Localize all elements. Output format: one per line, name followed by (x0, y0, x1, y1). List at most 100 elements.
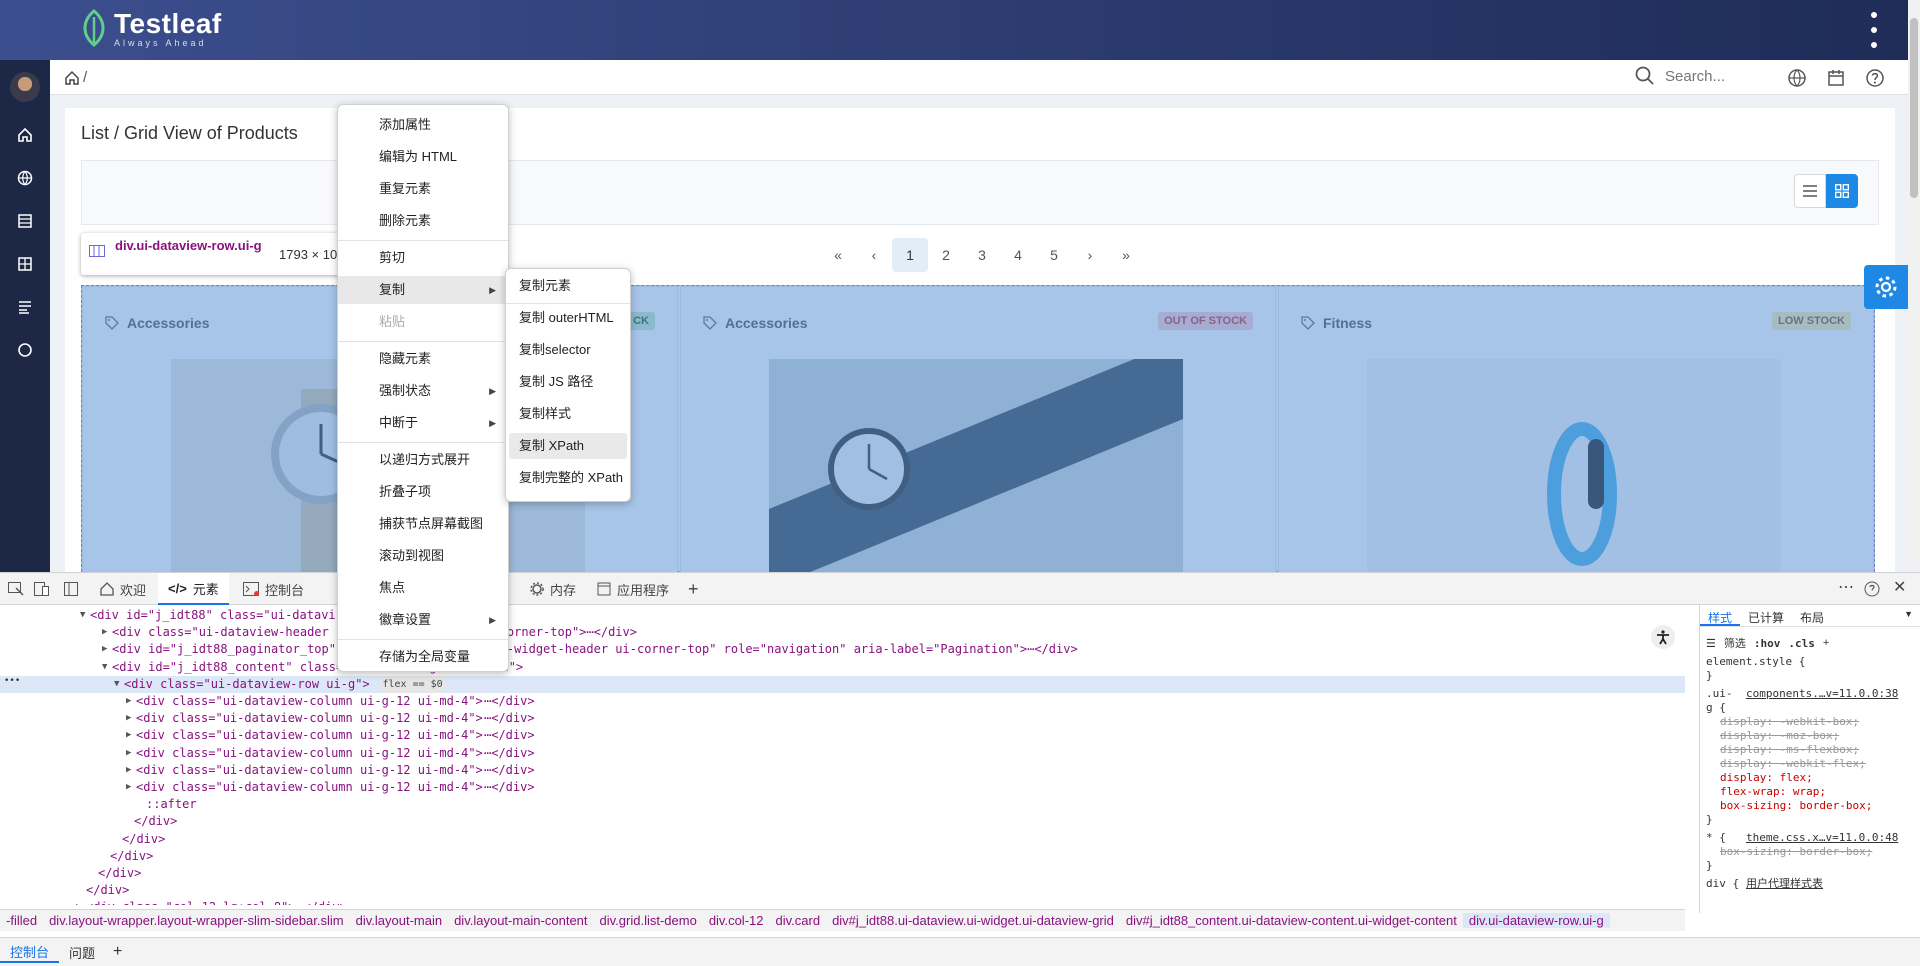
filter-icon[interactable]: ☰ (1706, 637, 1716, 650)
copy-submenu-item[interactable]: 复制 JS 路径 (509, 369, 627, 395)
dom-node-line[interactable]: ▶ <div class="ui-dataview-column ui-g-12 … (0, 710, 1685, 727)
dom-node-line[interactable]: ▶ <div class="ui-dataview-header u clearfi… (0, 624, 1685, 641)
copy-submenu-item[interactable]: 复制selector (509, 337, 627, 363)
context-menu-item[interactable]: 添加属性 (338, 111, 508, 139)
context-menu-item[interactable]: 重复元素 (338, 175, 508, 203)
product-item[interactable]: Accessories OUT OF STOCK (680, 286, 1276, 573)
next-page-button[interactable]: › (1072, 238, 1108, 272)
copy-submenu-item[interactable]: 复制 XPath (509, 433, 627, 459)
dom-node-line[interactable]: ▶ <div class="ui-dataview-column ui-g-12 … (0, 727, 1685, 744)
tab-layout[interactable]: 布局 (1792, 605, 1832, 626)
add-drawer-tab-icon[interactable]: + (105, 943, 130, 961)
product-item[interactable]: Fitness LOW STOCK (1278, 286, 1874, 573)
style-rule-line[interactable]: theme.css.x…v=11.0.0:48 (1746, 831, 1898, 845)
add-rule-icon[interactable]: + (1823, 637, 1829, 649)
dom-breadcrumb-item[interactable]: div.layout-main-content (448, 913, 593, 928)
dom-node-line[interactable]: </div> (0, 882, 1685, 899)
page-5-button[interactable]: 5 (1036, 238, 1072, 272)
tab-welcome[interactable]: 欢迎 (90, 573, 156, 605)
context-menu-item[interactable]: 捕获节点屏幕截图 (338, 510, 508, 538)
context-menu-item[interactable]: 焦点 (338, 574, 508, 602)
dom-node-line[interactable]: ▼<div id="j_idt88" class="ui-datavirid"> (0, 607, 1685, 624)
dom-breadcrumb-item[interactable]: -filled (0, 913, 43, 928)
globe-icon[interactable] (1787, 68, 1807, 88)
context-menu-item[interactable]: 强制状态 ▶ (338, 377, 508, 405)
logo[interactable]: Testleaf Always Ahead (80, 8, 222, 48)
dom-breadcrumb-item[interactable]: div.card (770, 913, 827, 928)
list-icon[interactable] (13, 209, 37, 233)
dom-node-line[interactable]: </div> (0, 848, 1685, 865)
add-tab-button[interactable]: + (678, 573, 709, 605)
page-scrollbar[interactable] (1908, 0, 1920, 572)
dom-node-line[interactable]: </div> (0, 813, 1685, 830)
dom-node-line[interactable]: ▶ <div id="j_idt88_paginator_top" inator-t… (0, 641, 1685, 658)
dom-node-line[interactable]: ::after (0, 796, 1685, 813)
page-2-button[interactable]: 2 (928, 238, 964, 272)
dom-breadcrumb-item[interactable]: div.layout-main (350, 913, 448, 928)
device-toggle-icon[interactable] (34, 582, 50, 596)
filter-input[interactable]: 筛选 (1724, 635, 1746, 651)
circle-icon[interactable] (13, 338, 37, 362)
settings-button[interactable] (1864, 265, 1908, 309)
tab-memory[interactable]: 内存 (520, 573, 586, 605)
chevron-down-icon[interactable]: ▼ (1896, 605, 1920, 626)
page-3-button[interactable]: 3 (964, 238, 1000, 272)
style-rule-line[interactable]: 用户代理样式表 (1746, 877, 1823, 891)
help-icon[interactable] (1865, 68, 1885, 88)
tab-application[interactable]: 应用程序 (587, 573, 679, 605)
context-menu-item[interactable]: 存储为全局变量 (338, 643, 508, 671)
sidebar-toggle-icon[interactable] (64, 582, 78, 596)
home-icon[interactable] (13, 123, 37, 147)
avatar[interactable] (10, 72, 40, 102)
context-menu-item[interactable]: 复制 ▶ (338, 276, 508, 304)
dom-breadcrumb-item[interactable]: div.ui-dataview-row.ui-g (1462, 913, 1610, 928)
text-icon[interactable] (13, 295, 37, 319)
globe-icon[interactable] (13, 166, 37, 190)
close-icon[interactable]: ✕ (1893, 577, 1906, 597)
page-4-button[interactable]: 4 (1000, 238, 1036, 272)
copy-submenu-item[interactable]: 复制完整的 XPath (509, 465, 627, 491)
style-rule-line[interactable]: components.…v=11.0.0:38 (1746, 687, 1898, 701)
calendar-icon[interactable] (1826, 68, 1846, 88)
hov-button[interactable]: :hov (1754, 637, 1781, 650)
home-icon[interactable] (64, 70, 80, 86)
help-icon[interactable] (1864, 581, 1880, 597)
page-1-button[interactable]: 1 (892, 238, 928, 272)
dom-node-line[interactable]: ▶ <div class="ui-dataview-column ui-g-12 … (0, 693, 1685, 710)
grid-view-button[interactable] (1826, 174, 1858, 208)
tab-console[interactable]: 控制台 (233, 573, 314, 605)
dom-node-line[interactable]: ▼ <div class="ui-dataview-row ui-g"> flex … (0, 675, 1685, 693)
dom-node-line[interactable]: ▶ <div class="ui-dataview-column ui-g-12 … (0, 762, 1685, 779)
copy-submenu-item[interactable]: 复制 outerHTML (509, 305, 627, 331)
drawer-tab-issues[interactable]: 问题 (59, 943, 105, 962)
context-menu-item[interactable]: 编辑为 HTML (338, 143, 508, 171)
context-menu-item[interactable]: 中断于 ▶ (338, 409, 508, 437)
context-menu-item[interactable]: 徽章设置 ▶ (338, 606, 508, 634)
dom-node-line[interactable]: ▼<div id="j_idt88_content" class=dget-co… (0, 659, 1685, 676)
context-menu-item[interactable]: 折叠子项 (338, 478, 508, 506)
dom-node-line[interactable]: </div> (0, 831, 1685, 848)
dom-node-line[interactable]: ▶<div class="col-12 lg:col-8">⋯</div> (0, 899, 1685, 905)
drawer-tab-console[interactable]: 控制台 (0, 942, 60, 963)
more-icon[interactable]: ⋯ (1838, 577, 1854, 597)
inspect-icon[interactable] (8, 582, 24, 596)
grid-icon[interactable] (13, 252, 37, 276)
list-view-button[interactable] (1794, 174, 1826, 208)
dom-breadcrumb-item[interactable]: div.grid.list-demo (594, 913, 703, 928)
context-menu-item[interactable]: 删除元素 (338, 207, 508, 235)
kebab-menu-icon[interactable] (1868, 12, 1880, 48)
cls-button[interactable]: .cls (1788, 637, 1815, 650)
tab-elements[interactable]: </> 元素 (158, 573, 229, 605)
dom-breadcrumb-item[interactable]: div#j_idt88_content.ui-dataview-content.… (1120, 913, 1463, 928)
context-menu-item[interactable]: 滚动到视图 (338, 542, 508, 570)
dom-node-line[interactable]: ▶ <div class="ui-dataview-column ui-g-12 … (0, 779, 1685, 796)
dom-node-line[interactable]: ▶ <div class="ui-dataview-column ui-g-12 … (0, 745, 1685, 762)
context-menu-item[interactable]: 剪切 (338, 244, 508, 272)
dom-breadcrumb-item[interactable]: div#j_idt88.ui-dataview.ui-widget.ui-dat… (826, 913, 1120, 928)
dom-breadcrumb-item[interactable]: div.layout-wrapper.layout-wrapper-slim-s… (43, 913, 350, 928)
tab-computed[interactable]: 已计算 (1740, 605, 1792, 626)
copy-submenu-item[interactable]: 复制元素 (509, 273, 627, 299)
dom-breadcrumb-item[interactable]: div.col-12 (703, 913, 770, 928)
dom-node-line[interactable]: </div> (0, 865, 1685, 882)
tab-styles[interactable]: 样式 (1700, 605, 1741, 626)
